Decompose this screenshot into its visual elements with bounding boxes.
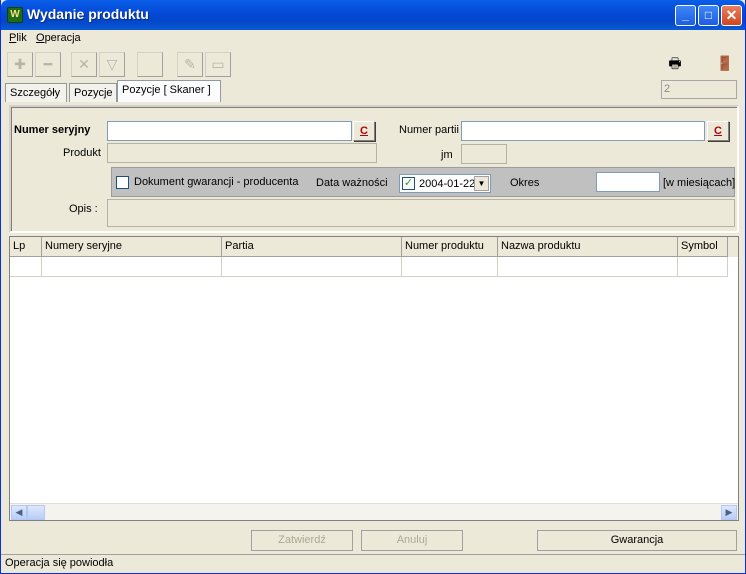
menu-operacja[interactable]: Operacja xyxy=(36,32,81,44)
column-header[interactable]: Partia xyxy=(222,237,402,257)
confirm-button[interactable]: Zatwierdź xyxy=(251,530,353,551)
grid-cell[interactable] xyxy=(402,257,498,277)
menu-bar: Plik Operacja xyxy=(1,30,745,48)
remove-icon[interactable]: ━ xyxy=(35,52,61,77)
product-field xyxy=(107,143,377,163)
warranty-doc-label: Dokument gwarancji - producenta xyxy=(134,176,299,188)
column-header[interactable]: Nazwa produktu xyxy=(498,237,678,257)
grid-header: Lp Numery seryjne Partia Numer produktu … xyxy=(10,237,738,257)
expiry-date-picker[interactable]: ✓ 2004-01-22 ▼ xyxy=(399,174,491,193)
expiry-label: Data ważności xyxy=(316,177,388,189)
scroll-right-icon[interactable]: ▶ xyxy=(721,505,737,520)
warranty-doc-checkbox[interactable] xyxy=(116,176,129,189)
column-header[interactable]: Numery seryjne xyxy=(42,237,222,257)
details-panel: Numer seryjny C Numer partii C Produkt j… xyxy=(9,105,739,233)
main-window: W Wydanie produktu _ □ ✕ Plik Operacja ✚… xyxy=(0,0,746,574)
warranty-button[interactable]: Gwarancja xyxy=(537,530,737,551)
action-buttons: Zatwierdź Anuluj Gwarancja xyxy=(5,530,741,552)
print-icon[interactable]: 🖶 xyxy=(661,52,689,77)
unit-field xyxy=(461,144,507,164)
description-field xyxy=(107,199,735,227)
minimize-button[interactable]: _ xyxy=(675,5,696,26)
unit-label: jm xyxy=(441,149,453,161)
grid-cell[interactable] xyxy=(10,257,42,277)
grid-cell[interactable] xyxy=(678,257,728,277)
app-icon: W xyxy=(7,7,23,23)
maximize-button[interactable]: □ xyxy=(698,5,719,26)
column-header[interactable]: Symbol xyxy=(678,237,728,257)
serial-label: Numer seryjny xyxy=(14,124,91,136)
chevron-down-icon[interactable]: ▼ xyxy=(474,176,489,191)
product-label: Produkt xyxy=(63,147,101,159)
tab-szczegoly[interactable]: Szczegóły xyxy=(5,83,67,102)
scroll-left-icon[interactable]: ◀ xyxy=(11,505,27,520)
grid-cell[interactable] xyxy=(222,257,402,277)
close-button[interactable]: ✕ xyxy=(721,5,742,26)
eraser-icon[interactable]: ✎ xyxy=(177,52,203,77)
period-unit-label: [w miesiącach] xyxy=(663,177,736,189)
grid-cell[interactable] xyxy=(498,257,678,277)
batch-label: Numer partii xyxy=(399,124,459,136)
down-icon[interactable]: ▽ xyxy=(99,52,125,77)
tab-pozycje[interactable]: Pozycje xyxy=(69,83,117,102)
column-header[interactable]: Lp xyxy=(10,237,42,257)
window-title: Wydanie produktu xyxy=(27,6,149,22)
period-input[interactable] xyxy=(596,172,660,192)
exit-door-icon[interactable]: 🚪 xyxy=(711,52,739,77)
warranty-subpanel: Dokument gwarancji - producenta Data waż… xyxy=(111,167,735,197)
title-bar[interactable]: W Wydanie produktu _ □ ✕ xyxy=(1,0,745,30)
serial-input[interactable] xyxy=(107,121,352,141)
cut-icon[interactable]: ✕ xyxy=(71,52,97,77)
clear-batch-button[interactable]: C xyxy=(707,121,729,141)
description-label: Opis : xyxy=(69,203,98,215)
window-icon[interactable]: ▭ xyxy=(205,52,231,77)
clear-serial-button[interactable]: C xyxy=(353,121,375,141)
expiry-date-value: 2004-01-22 xyxy=(419,178,476,190)
horizontal-scrollbar[interactable]: ◀ ▶ xyxy=(10,503,738,520)
expiry-check-icon[interactable]: ✓ xyxy=(402,177,415,190)
grid-cell[interactable] xyxy=(42,257,222,277)
blank-tool-button[interactable] xyxy=(137,52,163,77)
tab-pozycje-skaner[interactable]: Pozycje [ Skaner ] xyxy=(117,80,221,102)
column-header[interactable]: Numer produktu xyxy=(402,237,498,257)
batch-input[interactable] xyxy=(461,121,705,141)
items-grid[interactable]: Lp Numery seryjne Partia Numer produktu … xyxy=(9,236,739,521)
add-icon[interactable]: ✚ xyxy=(7,52,33,77)
menu-plik[interactable]: Plik xyxy=(9,32,27,44)
counter-field: 2 xyxy=(661,80,737,99)
period-label: Okres xyxy=(510,177,540,189)
status-bar: Operacja się powiodła xyxy=(1,554,745,573)
scroll-thumb[interactable] xyxy=(27,505,45,520)
cancel-button[interactable]: Anuluj xyxy=(361,530,463,551)
toolbar: ✚ ━ ✕ ▽ ✎ ▭ 🖶 🚪 xyxy=(1,50,745,80)
